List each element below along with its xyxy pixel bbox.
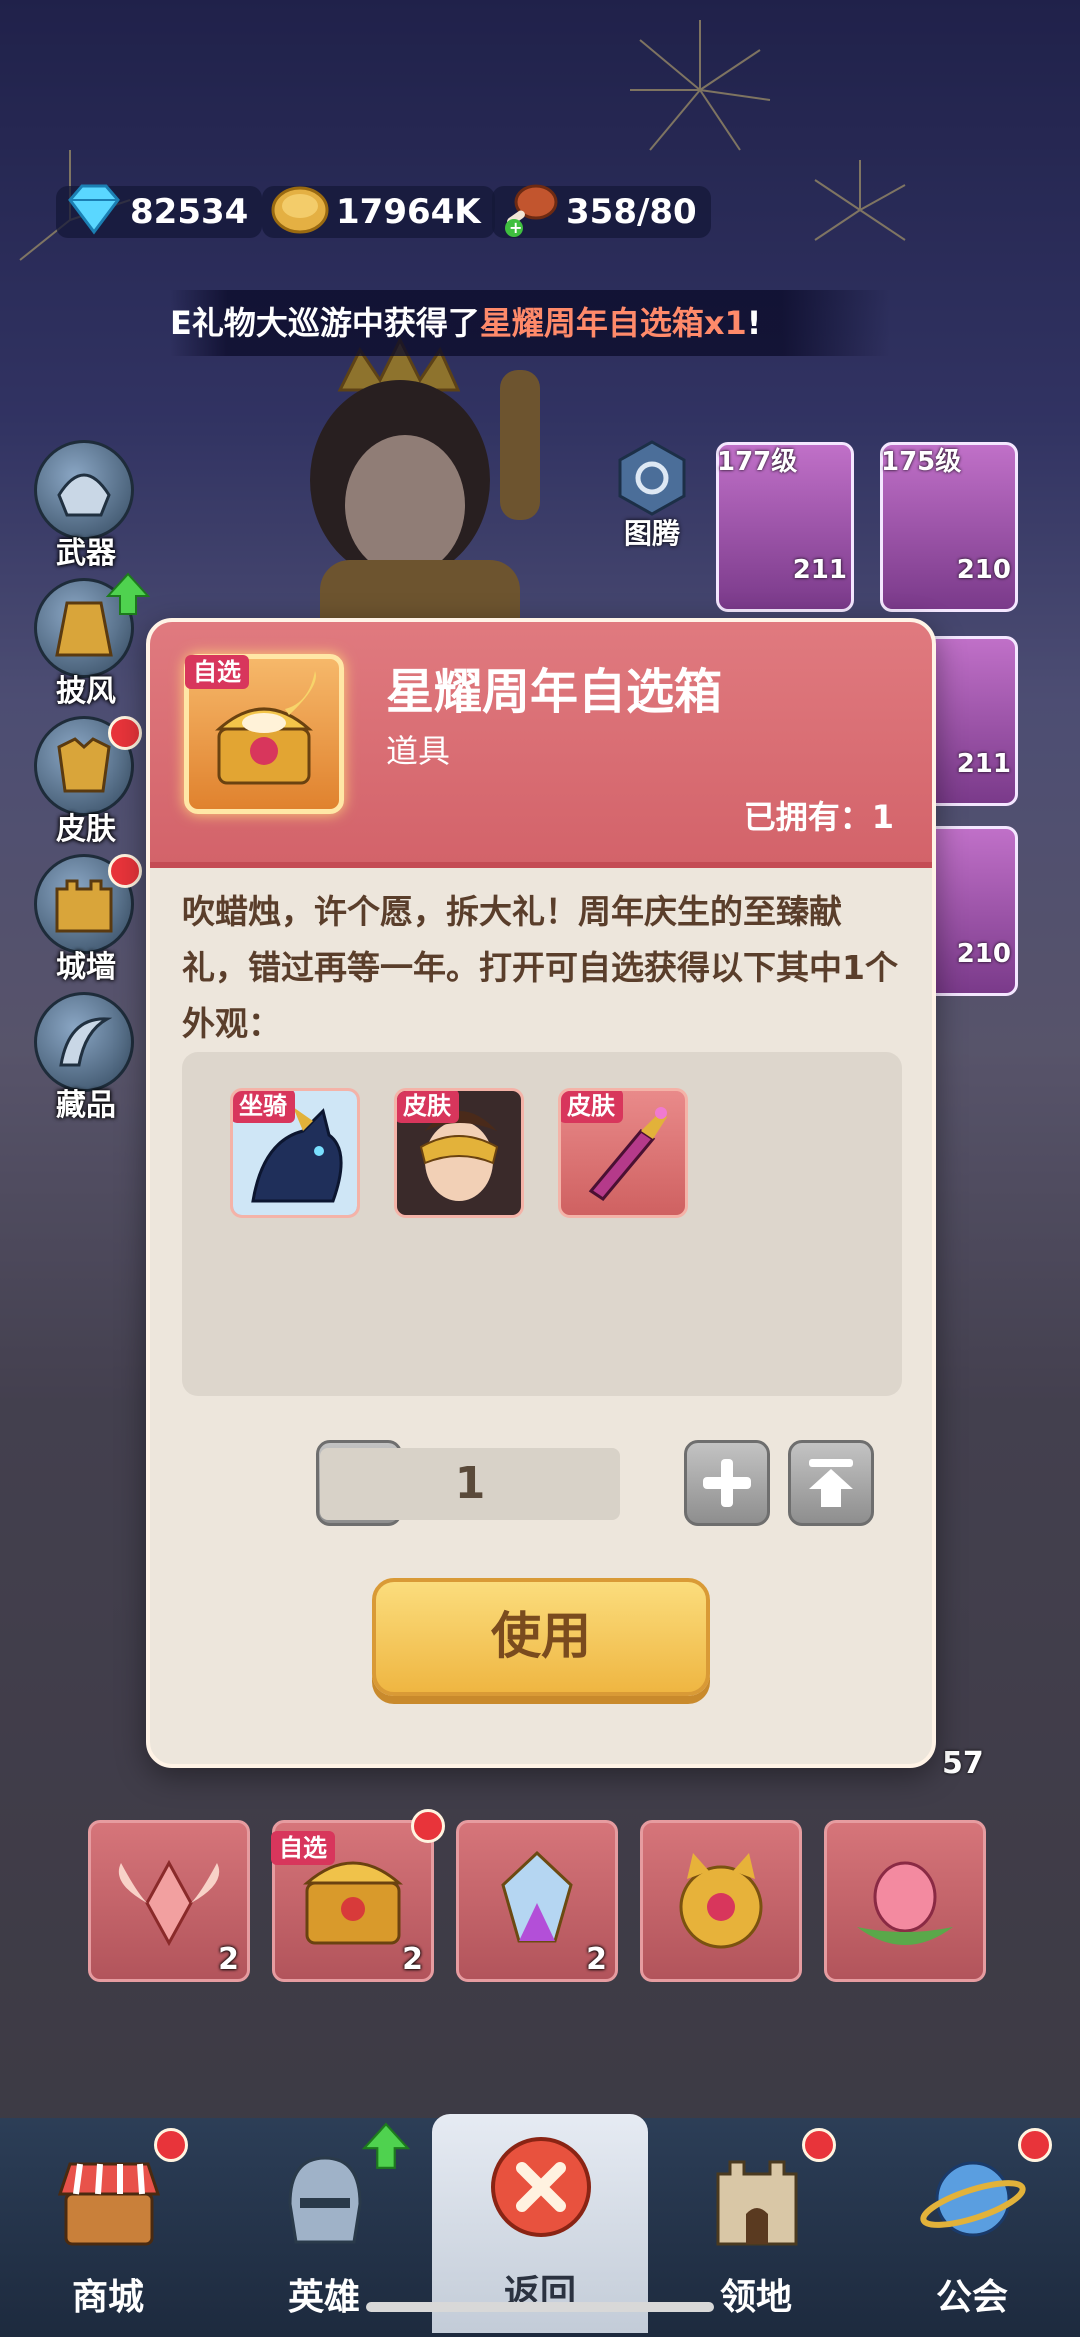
quantity-display[interactable]: 1 xyxy=(320,1448,620,1520)
nav-label: 商城 xyxy=(71,2277,144,2318)
reward-option[interactable]: 皮肤 xyxy=(394,1088,524,1218)
side-item-label: 藏品 xyxy=(56,1088,116,1123)
home-indicator xyxy=(366,2302,714,2312)
gold-coin-icon xyxy=(271,186,329,234)
diamond-icon xyxy=(68,184,120,235)
horn-icon xyxy=(34,992,134,1092)
nav-back[interactable]: 返回 xyxy=(432,2114,648,2333)
cat-bell-icon xyxy=(679,1853,763,1949)
inventory-count: 57 xyxy=(942,1746,984,1781)
flower-bud-icon xyxy=(857,1861,953,1945)
notification-dot xyxy=(108,854,142,888)
side-item-weapon[interactable]: 武器 xyxy=(34,440,138,572)
broadcast-banner: E礼物大巡游中获得了星耀周年自选箱x1! xyxy=(170,290,890,356)
notification-dot xyxy=(802,2128,836,2162)
close-icon xyxy=(491,2137,591,2237)
totem-label: 图腾 xyxy=(623,517,680,550)
stamina-count: 358/80 xyxy=(566,192,697,232)
skin-tag: 皮肤 xyxy=(561,1091,623,1123)
side-item-label: 城墙 xyxy=(56,950,116,985)
side-item-label: 武器 xyxy=(56,536,116,571)
upgrade-arrow-icon xyxy=(362,2122,410,2169)
totem-button[interactable]: 图腾 xyxy=(612,438,692,552)
mount-tag: 坐骑 xyxy=(233,1091,295,1123)
planet-icon xyxy=(920,2161,1026,2237)
svg-text:+: + xyxy=(509,218,522,237)
plus-icon xyxy=(703,1459,751,1507)
item-thumbnail: 自选 xyxy=(184,654,344,814)
nav-label: 领地 xyxy=(719,2277,792,2318)
totem-icon xyxy=(618,440,686,516)
select-tag: 自选 xyxy=(271,1831,335,1865)
gem-counter[interactable]: 82534 xyxy=(56,184,263,238)
banner-highlight: 星耀周年自选箱x1 xyxy=(479,304,747,342)
notification-dot xyxy=(411,1809,445,1843)
dialog-title: 星耀周年自选箱 xyxy=(386,664,723,720)
side-item-label: 披风 xyxy=(56,674,116,709)
hero-card[interactable]: 177级 211 xyxy=(716,442,854,612)
side-item-label: 皮肤 xyxy=(56,812,116,847)
inventory-item[interactable]: 自选 2 xyxy=(271,1809,445,1982)
side-item-cape[interactable]: 披风 xyxy=(34,572,150,710)
item-type: 道具 xyxy=(386,732,451,770)
notification-dot xyxy=(154,2128,188,2162)
max-arrow-icon xyxy=(809,1459,853,1507)
owned-count: 已拥有：1 xyxy=(743,798,894,836)
hero-card[interactable]: 175级 210 xyxy=(880,442,1018,612)
inventory-item[interactable]: 2 xyxy=(88,1820,250,1982)
inventory-item[interactable] xyxy=(640,1820,802,1982)
gold-count: 17964K xyxy=(336,192,481,232)
upgrade-arrow-icon xyxy=(106,572,150,615)
nav-guild[interactable]: 公会 xyxy=(864,2118,1080,2337)
reward-option[interactable]: 皮肤 xyxy=(558,1088,688,1218)
gem-count: 82534 xyxy=(130,192,249,232)
helmet-icon xyxy=(34,440,134,540)
skin-tag: 皮肤 xyxy=(397,1091,459,1123)
inventory-item[interactable]: 2 xyxy=(456,1820,618,1982)
shop-icon xyxy=(57,2162,161,2246)
nav-label: 英雄 xyxy=(287,2277,360,2318)
item-description: 吹蜡烛，许个愿，拆大礼！周年庆生的至臻献礼，错过再等一年。打开可自选获得以下其中… xyxy=(182,892,898,1043)
side-item-wall[interactable]: 城墙 xyxy=(34,854,142,986)
gold-counter[interactable]: 17964K xyxy=(262,186,495,238)
max-button[interactable] xyxy=(788,1440,874,1526)
reward-options-panel: 坐骑 皮肤 皮肤 xyxy=(182,1052,902,1396)
castle-tower-icon xyxy=(716,2160,798,2246)
nav-label: 公会 xyxy=(935,2277,1008,2318)
item-detail-dialog: 自选 星耀周年自选箱 道具 已拥有：1 吹蜡烛，许个愿，拆大礼！周年庆生的至臻献… xyxy=(146,618,936,1768)
inventory-item[interactable] xyxy=(824,1820,986,1982)
notification-dot xyxy=(108,716,142,750)
side-item-collection[interactable]: 藏品 xyxy=(34,992,138,1124)
increase-button[interactable] xyxy=(684,1440,770,1526)
nav-shop[interactable]: 商城 xyxy=(0,2118,216,2337)
notification-dot xyxy=(1018,2128,1052,2162)
side-item-skin[interactable]: 皮肤 xyxy=(34,716,142,848)
reward-option[interactable]: 坐骑 xyxy=(230,1088,360,1218)
use-button[interactable]: 使用 xyxy=(372,1578,710,1696)
select-tag: 自选 xyxy=(185,655,249,689)
stamina-counter[interactable]: + 358/80 xyxy=(492,184,711,238)
meat-drumstick-icon: + xyxy=(505,184,558,237)
